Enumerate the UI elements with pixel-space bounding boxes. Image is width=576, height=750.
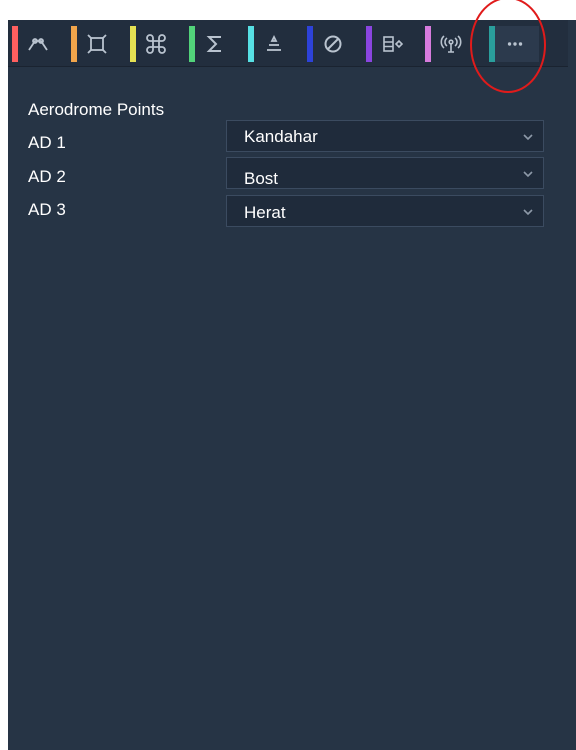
chevron-down-icon xyxy=(521,130,535,144)
curve-tool-button[interactable] xyxy=(12,26,62,62)
color-bar xyxy=(366,26,372,62)
ad1-select-value: Kandahar xyxy=(244,127,318,146)
stack-icon xyxy=(262,32,286,56)
ad3-select-value: Herat xyxy=(244,203,286,222)
ad1-label: AD 1 xyxy=(28,133,66,152)
color-bar xyxy=(248,26,254,62)
bounding-box-tool-button[interactable] xyxy=(71,26,121,62)
aerodrome-panel: Aerodrome Points AD 1 Kandahar AD 2 Bost… xyxy=(8,20,576,750)
ad3-label: AD 3 xyxy=(28,200,66,219)
ad2-label: AD 2 xyxy=(28,167,66,186)
color-bar xyxy=(71,26,77,62)
section-title: Aerodrome Points xyxy=(28,100,165,119)
no-entry-icon xyxy=(321,32,345,56)
color-bar xyxy=(130,26,136,62)
command-icon xyxy=(144,32,168,56)
ad2-select-value: Bost xyxy=(244,169,279,188)
color-bar xyxy=(12,26,18,62)
antenna-tool-button[interactable] xyxy=(425,26,475,62)
stack-tool-button[interactable] xyxy=(248,26,298,62)
bounding-box-icon xyxy=(85,32,109,56)
sigma-tool-button[interactable] xyxy=(189,26,239,62)
highlight-circle xyxy=(470,0,546,93)
curve-tool-icon xyxy=(26,32,50,56)
sigma-icon xyxy=(203,32,227,56)
color-bar xyxy=(425,26,431,62)
color-bar xyxy=(307,26,313,62)
no-entry-tool-button[interactable] xyxy=(307,26,357,62)
database-export-tool-button[interactable] xyxy=(366,26,416,62)
ad1-select[interactable]: Kandahar xyxy=(226,120,544,152)
ad3-select[interactable]: Herat xyxy=(226,195,544,227)
database-export-icon xyxy=(380,32,404,56)
ad2-select[interactable]: Bost xyxy=(226,157,544,189)
command-tool-button[interactable] xyxy=(130,26,180,62)
color-bar xyxy=(189,26,195,62)
chevron-down-icon xyxy=(521,205,535,219)
antenna-icon xyxy=(439,32,463,56)
chevron-down-icon xyxy=(521,167,535,181)
